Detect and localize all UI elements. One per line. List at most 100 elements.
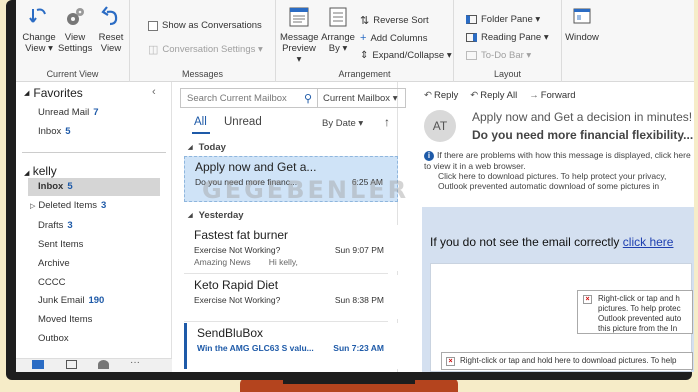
add-columns-button[interactable]: + Add Columns <box>360 32 427 44</box>
blocked-image-placeholder[interactable]: × Right-click or tap and h pictures. To … <box>577 290 693 334</box>
reply-icon: ↶ <box>424 90 432 101</box>
collapse-triangle-icon: ◢ <box>24 90 30 97</box>
people-icon[interactable] <box>98 360 109 369</box>
window-button[interactable]: Window <box>562 6 602 43</box>
add-columns-icon: + <box>360 32 367 44</box>
info-icon: i <box>424 151 434 161</box>
message-sender: Keto Rapid Diet <box>194 278 279 292</box>
reply-button[interactable]: ↶ Reply <box>424 90 458 101</box>
window-group: Window <box>562 0 602 82</box>
reading-pane: ↶ Reply ↶ Reply All → Forward AT Apply now … <box>412 82 694 372</box>
arrangement-group: Message Preview ▾ Arrange By ▾ ⇅ Reverse… <box>276 0 454 82</box>
minimize-folder-pane-icon[interactable]: ‹ <box>152 86 156 98</box>
message-subject: Win the AMG GLC63 S valu... <box>197 343 314 353</box>
gear-icon <box>67 8 84 25</box>
expand-collapse-button[interactable]: ⇕ Expand/Collapse ▾ <box>360 50 452 61</box>
message-subject-heading: Do you need more financial flexibility..… <box>472 128 694 142</box>
folder-item-cccc[interactable]: CCCC <box>38 277 65 288</box>
arrange-by-button[interactable]: Arrange By ▾ <box>320 6 356 54</box>
message-list: Search Current Mailbox ⚲ Current Mailbox… <box>174 82 406 372</box>
group-label-current-view: Current View <box>46 69 99 79</box>
forward-icon: → <box>529 90 539 101</box>
folder-item-junk-email[interactable]: Junk Email 190 <box>38 295 104 306</box>
show-as-conversations-checkbox[interactable]: Show as Conversations <box>148 20 262 31</box>
messages-group: Show as Conversations ◫ Conversation Set… <box>130 0 276 82</box>
more-options-icon[interactable]: ··· <box>130 357 140 368</box>
favorite-item-inbox[interactable]: Inbox 5 <box>38 126 71 137</box>
folder-item-archive[interactable]: Archive <box>38 258 70 269</box>
blocked-image-placeholder[interactable]: × Right-click or tap and hold here to do… <box>441 352 693 370</box>
search-scope-dropdown[interactable]: Current Mailbox ▾ <box>318 88 406 108</box>
group-header-yesterday[interactable]: Yesterday <box>188 210 244 221</box>
view-settings-button[interactable]: View Settings <box>58 6 92 54</box>
reply-all-button[interactable]: ↶ Reply All <box>470 90 517 101</box>
reverse-sort-icon: ⇅ <box>360 15 370 27</box>
account-header[interactable]: ◢ kelly <box>24 164 57 178</box>
folder-pane-button[interactable]: Folder Pane ▾ <box>466 14 540 25</box>
message-preview-icon <box>289 7 309 27</box>
message-item[interactable]: Fastest fat burner Exercise Not Working?… <box>184 225 398 271</box>
change-view-icon <box>29 8 46 23</box>
calendar-icon[interactable] <box>66 360 77 369</box>
message-subject: Exercise Not Working? <box>194 245 281 255</box>
message-item[interactable]: Keto Rapid Diet Exercise Not Working? Su… <box>184 275 398 319</box>
message-preview: Amazing News Hi kelly, <box>194 257 298 267</box>
favorite-item-unread-mail[interactable]: Unread Mail 7 <box>38 107 99 118</box>
outlook-window: Change View ▾ View Settings Reset View C… <box>16 0 694 372</box>
watermark: GEGEBENLER <box>202 176 410 204</box>
folder-item-moved-items[interactable]: Moved Items <box>38 314 92 325</box>
broken-image-icon: × <box>446 357 455 366</box>
folder-item-outbox[interactable]: Outbox <box>38 333 69 344</box>
mail-icon[interactable] <box>32 360 44 369</box>
message-item[interactable]: SendBluBox Win the AMG GLC63 S valu... S… <box>184 323 398 369</box>
tab-all[interactable]: All <box>194 116 207 128</box>
group-label-messages: Messages <box>181 69 224 79</box>
message-preview-button[interactable]: Message Preview ▾ <box>280 6 319 65</box>
click-here-link[interactable]: click here <box>623 235 674 249</box>
ribbon: Change View ▾ View Settings Reset View C… <box>16 0 694 82</box>
monitor-bezel: Change View ▾ View Settings Reset View C… <box>6 0 694 380</box>
folder-item-drafts[interactable]: Drafts 3 <box>38 220 73 231</box>
avatar: AT <box>424 110 456 142</box>
reset-view-button[interactable]: Reset View <box>96 6 126 54</box>
to-do-bar-button[interactable]: To-Do Bar ▾ <box>466 50 531 61</box>
reverse-sort-button[interactable]: ⇅ Reverse Sort <box>360 14 429 27</box>
navigation-bar: ··· <box>16 357 172 372</box>
broken-image-icon: × <box>583 295 592 304</box>
folder-pane: ◢ Favorites ‹ Unread Mail 7 Inbox 5 ◢ kell… <box>16 82 172 372</box>
reading-pane-button[interactable]: Reading Pane ▾ <box>466 32 549 43</box>
folder-item-sent-items[interactable]: Sent Items <box>38 239 83 250</box>
info-bar[interactable]: i If there are problems with how this mes… <box>424 150 694 191</box>
conversation-settings-icon: ◫ <box>148 44 159 56</box>
sort-direction-icon[interactable]: ↑ <box>384 115 390 129</box>
arrange-by-icon <box>329 7 347 27</box>
reset-view-icon <box>101 6 118 26</box>
window-icon <box>573 8 591 24</box>
tab-unread[interactable]: Unread <box>224 116 262 128</box>
active-tab-indicator <box>192 132 210 134</box>
message-sender: Apply now and Get a... <box>195 160 317 174</box>
to-do-bar-icon <box>466 51 477 60</box>
sort-by-dropdown[interactable]: By Date ▾ <box>322 118 363 129</box>
email-content: × Right-click or tap and h pictures. To … <box>430 263 693 372</box>
message-time: Sun 8:38 PM <box>334 295 384 305</box>
message-time: Sun 7:23 AM <box>333 343 384 353</box>
conversation-settings-button[interactable]: ◫ Conversation Settings ▾ <box>148 43 263 56</box>
group-header-today[interactable]: Today <box>188 142 226 153</box>
divider <box>184 321 388 322</box>
group-label-arrangement: Arrangement <box>338 69 391 79</box>
search-icon[interactable]: ⚲ <box>304 92 312 105</box>
folder-item-inbox[interactable]: Inbox 5 <box>28 178 160 196</box>
layout-group: Folder Pane ▾ Reading Pane ▾ To-Do Bar ▾… <box>454 0 562 82</box>
folder-item-deleted-items[interactable]: ▷ Deleted Items 3 <box>30 200 106 211</box>
change-view-button[interactable]: Change View ▾ <box>22 6 56 54</box>
forward-button[interactable]: → Forward <box>529 90 575 101</box>
search-input[interactable]: Search Current Mailbox ⚲ <box>180 88 318 108</box>
message-time: Sun 9:07 PM <box>334 245 384 255</box>
message-sender: Fastest fat burner <box>194 228 289 242</box>
view-in-browser-notice: If you do not see the email correctly cl… <box>430 235 674 249</box>
reading-pane-icon <box>466 33 477 42</box>
favorites-header[interactable]: ◢ Favorites <box>24 86 83 100</box>
email-body: If you do not see the email correctly cl… <box>422 207 694 372</box>
message-sender-heading: Apply now and Get a decision in minutes! <box>472 110 693 124</box>
